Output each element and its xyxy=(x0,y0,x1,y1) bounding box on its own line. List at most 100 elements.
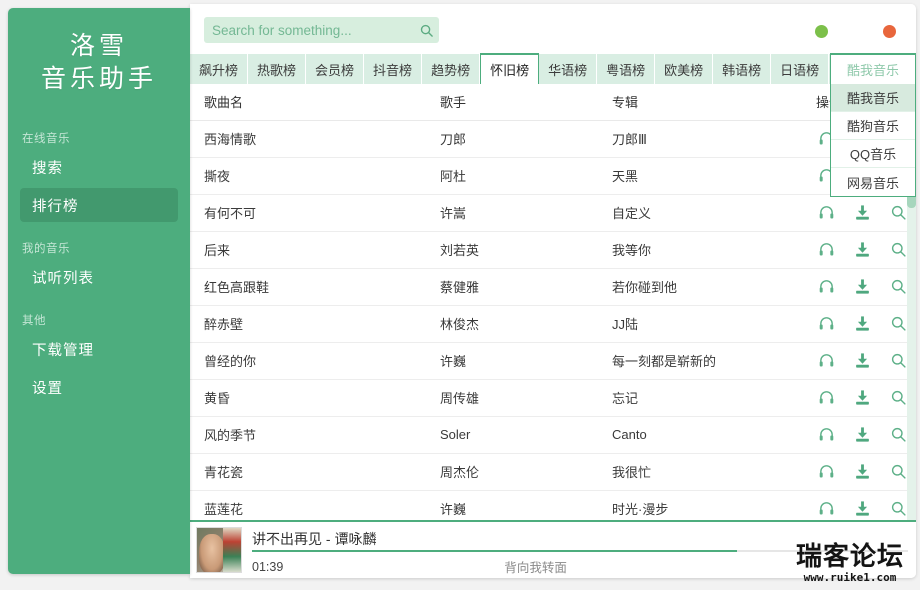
sidebar-item-search[interactable]: 搜索 xyxy=(20,150,178,184)
table-row[interactable]: 后来刘若英我等你05:39 xyxy=(190,231,916,269)
song-table-area: 歌曲名 歌手 专辑 操作 西海情歌刀郎刀郎Ⅲ撕夜阿杜天黑有何不可许嵩自定义04:… xyxy=(190,84,916,528)
source-selector-label: 酷我音乐 xyxy=(846,63,899,78)
operation-buttons xyxy=(816,352,914,369)
operation-buttons xyxy=(816,315,914,332)
search-box[interactable] xyxy=(204,17,439,43)
download-icon[interactable] xyxy=(854,204,871,221)
table-row[interactable]: 撕夜 阿杜 天黑 xyxy=(190,157,916,195)
cell-artist: 林俊杰 xyxy=(426,305,598,343)
download-icon[interactable] xyxy=(854,389,871,406)
table-row[interactable]: 红色高跟鞋蔡健雅若你碰到他03:28 xyxy=(190,268,916,306)
headphones-icon[interactable] xyxy=(818,278,835,295)
magnifier-icon[interactable] xyxy=(890,352,907,369)
download-icon[interactable] xyxy=(854,500,871,517)
tab-hot[interactable]: 热歌榜 xyxy=(248,54,307,84)
tab-douyin[interactable]: 抖音榜 xyxy=(364,54,423,84)
table-row[interactable]: 醉赤壁林俊杰JJ陆04:43 xyxy=(190,305,916,343)
download-icon[interactable] xyxy=(854,315,871,332)
cell-album: 忘记 xyxy=(598,379,802,417)
close-button[interactable] xyxy=(883,25,896,38)
cell-song: 红色高跟鞋 xyxy=(190,268,426,306)
column-header-album[interactable]: 专辑 xyxy=(598,84,802,121)
operation-buttons xyxy=(816,500,914,517)
cell-song: 青花瓷 xyxy=(190,453,426,491)
song-table: 歌曲名 歌手 专辑 操作 西海情歌刀郎刀郎Ⅲ撕夜阿杜天黑有何不可许嵩自定义04:… xyxy=(190,84,916,528)
magnifier-icon[interactable] xyxy=(890,278,907,295)
sidebar-item-downloads[interactable]: 下载管理 xyxy=(20,332,178,366)
sidebar-item-settings[interactable]: 设置 xyxy=(20,370,178,404)
tab-label: 会员榜 xyxy=(315,62,355,78)
source-selector-tab[interactable]: 酷我音乐 xyxy=(830,53,916,84)
download-icon[interactable] xyxy=(854,278,871,295)
operation-buttons xyxy=(816,426,914,443)
magnifier-icon[interactable] xyxy=(890,241,907,258)
headphones-icon[interactable] xyxy=(818,389,835,406)
chart-tabs: 飙升榜 热歌榜 会员榜 抖音榜 趋势榜 怀旧榜 华语榜 粤语榜 欧美榜 韩语榜 … xyxy=(190,53,916,84)
tab-vip[interactable]: 会员榜 xyxy=(306,54,365,84)
tab-western[interactable]: 欧美榜 xyxy=(655,54,714,84)
cell-artist: 刀郎 xyxy=(426,120,598,158)
album-art-side xyxy=(223,528,241,572)
cell-album: JJ陆 xyxy=(598,305,802,343)
tab-label: 热歌榜 xyxy=(257,62,297,78)
magnifier-icon[interactable] xyxy=(890,500,907,517)
cell-operations xyxy=(802,379,914,417)
search-icon[interactable] xyxy=(413,23,439,38)
tab-trend[interactable]: 趋势榜 xyxy=(422,54,481,84)
source-option-netease[interactable]: 网易音乐 xyxy=(831,168,915,196)
download-icon[interactable] xyxy=(854,426,871,443)
cell-song: 风的季节 xyxy=(190,416,426,454)
minimize-button[interactable] xyxy=(815,25,828,38)
app-window: 洛雪 音乐助手 在线音乐 搜索 排行榜 我的音乐 试听列表 其他 下载管理 设置 xyxy=(0,0,920,590)
table-row[interactable]: 曾经的你许巍每一刻都是崭新的04:20 xyxy=(190,342,916,380)
column-header-song[interactable]: 歌曲名 xyxy=(190,84,426,121)
tab-korean[interactable]: 韩语榜 xyxy=(713,54,772,84)
cell-album: 刀郎Ⅲ xyxy=(598,120,802,158)
column-header-artist[interactable]: 歌手 xyxy=(426,84,598,121)
magnifier-icon[interactable] xyxy=(890,426,907,443)
table-row[interactable]: 有何不可许嵩自定义04:01 xyxy=(190,194,916,232)
tab-label: 欧美榜 xyxy=(664,62,704,78)
magnifier-icon[interactable] xyxy=(890,389,907,406)
cell-song: 撕夜 xyxy=(190,157,426,195)
headphones-icon[interactable] xyxy=(818,426,835,443)
download-icon[interactable] xyxy=(854,463,871,480)
table-row[interactable]: 风的季节SolerCanto04:09 xyxy=(190,416,916,454)
tab-mandarin[interactable]: 华语榜 xyxy=(539,54,598,84)
tab-label: 抖音榜 xyxy=(373,62,413,78)
sidebar-item-charts[interactable]: 排行榜 xyxy=(20,188,178,222)
main-panel: 飙升榜 热歌榜 会员榜 抖音榜 趋势榜 怀旧榜 华语榜 粤语榜 欧美榜 韩语榜 … xyxy=(190,4,916,578)
table-row[interactable]: 黄昏周传雄忘记05:45 xyxy=(190,379,916,417)
download-icon[interactable] xyxy=(854,352,871,369)
tab-cantonese[interactable]: 粤语榜 xyxy=(597,54,656,84)
headphones-icon[interactable] xyxy=(818,500,835,517)
table-row[interactable]: 青花瓷周杰伦我很忙03:57 xyxy=(190,453,916,491)
magnifier-icon[interactable] xyxy=(890,315,907,332)
sidebar-item-playlist[interactable]: 试听列表 xyxy=(20,260,178,294)
headphones-icon[interactable] xyxy=(818,204,835,221)
headphones-icon[interactable] xyxy=(818,315,835,332)
headphones-icon[interactable] xyxy=(818,352,835,369)
cell-song: 有何不可 xyxy=(190,194,426,232)
tab-label: 飙升榜 xyxy=(199,62,239,78)
cell-song: 曾经的你 xyxy=(190,342,426,380)
tab-rising[interactable]: 飙升榜 xyxy=(190,54,249,84)
progress-bar[interactable] xyxy=(252,550,908,552)
cell-song: 醉赤壁 xyxy=(190,305,426,343)
headphones-icon[interactable] xyxy=(818,463,835,480)
cell-album: Canto xyxy=(598,416,802,454)
magnifier-icon[interactable] xyxy=(890,204,907,221)
cell-operations xyxy=(802,342,914,380)
player-info: 讲不出再见 - 谭咏麟 01:39 背向我转面 xyxy=(252,527,908,575)
search-input[interactable] xyxy=(204,22,413,38)
tab-nostalgia[interactable]: 怀旧榜 xyxy=(480,53,540,84)
source-option-qq[interactable]: QQ音乐 xyxy=(831,140,915,168)
table-row[interactable]: 西海情歌 刀郎 刀郎Ⅲ xyxy=(190,120,916,158)
tab-japanese[interactable]: 日语榜 xyxy=(771,54,830,84)
download-icon[interactable] xyxy=(854,241,871,258)
magnifier-icon[interactable] xyxy=(890,463,907,480)
source-option-kuwo[interactable]: 酷我音乐 xyxy=(831,84,915,112)
cell-operations xyxy=(802,231,914,269)
source-option-kugou[interactable]: 酷狗音乐 xyxy=(831,112,915,140)
headphones-icon[interactable] xyxy=(818,241,835,258)
